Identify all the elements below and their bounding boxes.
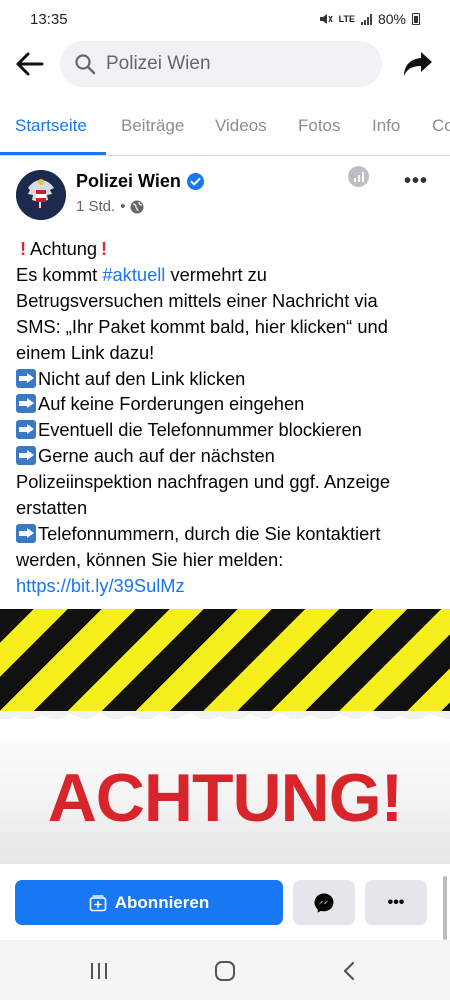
warning-stripes <box>0 609 450 711</box>
tab-info[interactable]: Info <box>372 116 400 136</box>
mute-icon <box>319 14 333 24</box>
right-arrow-icon <box>16 446 36 466</box>
network-label: LTE <box>338 13 355 24</box>
globe-icon <box>130 200 144 213</box>
battery-percent: 80% <box>377 11 406 27</box>
text-line: einem Link dazu! <box>16 341 155 363</box>
bullet-text: Eventuell die Telefonnummer blockieren <box>38 419 362 441</box>
bullet-text: Gerne auch auf der nächsten <box>38 445 275 467</box>
text-line: Nicht auf den Link klicken <box>16 366 436 392</box>
back-arrow-icon[interactable] <box>14 50 46 78</box>
post-meta: 1 Std. • <box>76 198 144 215</box>
police-emblem-icon <box>16 170 66 220</box>
nav-back-icon[interactable] <box>338 960 362 982</box>
text-line: Polizeiinspektion nachfragen und ggf. An… <box>16 471 391 493</box>
right-arrow-icon <box>16 368 36 388</box>
post-text: ! Achtung! Es kommt #aktuell vermehrt zu … <box>16 236 436 599</box>
exclamation-icon: ! <box>101 238 108 259</box>
right-arrow-icon <box>16 420 36 440</box>
bullet-text: Telefonnummern, durch die Sie kontaktier… <box>38 522 381 544</box>
status-bar: 13:35 LTE 80% <box>0 0 450 38</box>
avatar[interactable] <box>16 170 66 220</box>
text-line: erstatten <box>16 497 88 519</box>
subscribe-label: Abonnieren <box>114 892 210 912</box>
post-more-button[interactable]: ••• <box>404 170 428 193</box>
battery-icon <box>412 13 420 25</box>
tab-videos[interactable]: Videos <box>215 116 267 136</box>
text-line: Es kommt #aktuell vermehrt zu <box>16 262 436 288</box>
page-tabs: Startseite Beiträge Videos Fotos Info Co <box>0 98 450 156</box>
page-name[interactable]: Polizei Wien <box>76 171 204 192</box>
search-input[interactable] <box>106 53 346 75</box>
text-line: https://bit.ly/39SulMz <box>16 573 436 599</box>
post-link[interactable]: https://bit.ly/39SulMz <box>16 575 185 596</box>
verified-badge-icon <box>186 173 204 190</box>
tab-fotos[interactable]: Fotos <box>298 116 341 136</box>
status-time: 13:35 <box>30 10 68 28</box>
text-line: Eventuell die Telefonnummer blockieren <box>16 417 436 443</box>
recent-apps-icon[interactable] <box>87 960 111 982</box>
bullet-text: Nicht auf den Link klicken <box>38 367 246 389</box>
scrollbar[interactable] <box>443 876 447 940</box>
text-segment: vermehrt zu <box>165 263 267 285</box>
subscribe-icon <box>89 894 107 911</box>
status-icons: LTE 80% <box>319 11 420 27</box>
exclamation-icon: ! <box>19 238 27 259</box>
signal-icon <box>360 13 372 25</box>
torn-paper-edge <box>0 713 450 741</box>
image-warning-text: ACHTUNG! <box>47 760 404 836</box>
bullet-text: Auf keine Forderungen eingehen <box>38 393 305 415</box>
right-arrow-icon <box>16 394 36 414</box>
text-line: Telefonnummern, durch die Sie kontaktier… <box>16 521 436 547</box>
text-line: SMS: „Ihr Paket kommt bald, hier klicken… <box>16 315 388 337</box>
search-bar[interactable] <box>60 41 382 87</box>
search-icon <box>75 54 96 75</box>
post-time: 1 Std. <box>76 198 116 215</box>
text-segment: Es kommt <box>16 263 103 285</box>
hashtag-link[interactable]: #aktuell <box>102 264 165 285</box>
text-line: werden, können Sie hier melden: <box>16 548 284 570</box>
text-achtung: Achtung <box>30 238 98 259</box>
text-line: Auf keine Forderungen eingehen <box>16 391 436 417</box>
home-icon[interactable] <box>213 960 237 982</box>
insights-icon[interactable] <box>348 166 369 187</box>
page-action-bar: Abonnieren ••• <box>0 866 450 940</box>
tab-startseite[interactable]: Startseite <box>15 116 87 136</box>
share-icon[interactable] <box>402 49 434 79</box>
tab-beitraege[interactable]: Beiträge <box>121 116 184 136</box>
text-line: Gerne auch auf der nächsten <box>16 443 436 469</box>
post-image[interactable]: ACHTUNG! <box>0 609 450 864</box>
app-header <box>0 38 450 90</box>
tab-more[interactable]: Co <box>432 116 450 136</box>
active-tab-indicator <box>0 152 106 155</box>
subscribe-button[interactable]: Abonnieren <box>15 880 283 925</box>
page-name-text: Polizei Wien <box>76 171 181 191</box>
text-line: ! Achtung! <box>16 236 436 262</box>
system-nav-bar <box>0 940 450 1000</box>
messenger-button[interactable] <box>293 880 355 925</box>
text-line: Betrugsversuchen mittels einer Nachricht… <box>16 289 378 311</box>
right-arrow-icon <box>16 523 36 543</box>
meta-separator: • <box>120 198 126 215</box>
more-actions-button[interactable]: ••• <box>365 880 427 925</box>
messenger-icon <box>314 893 334 913</box>
